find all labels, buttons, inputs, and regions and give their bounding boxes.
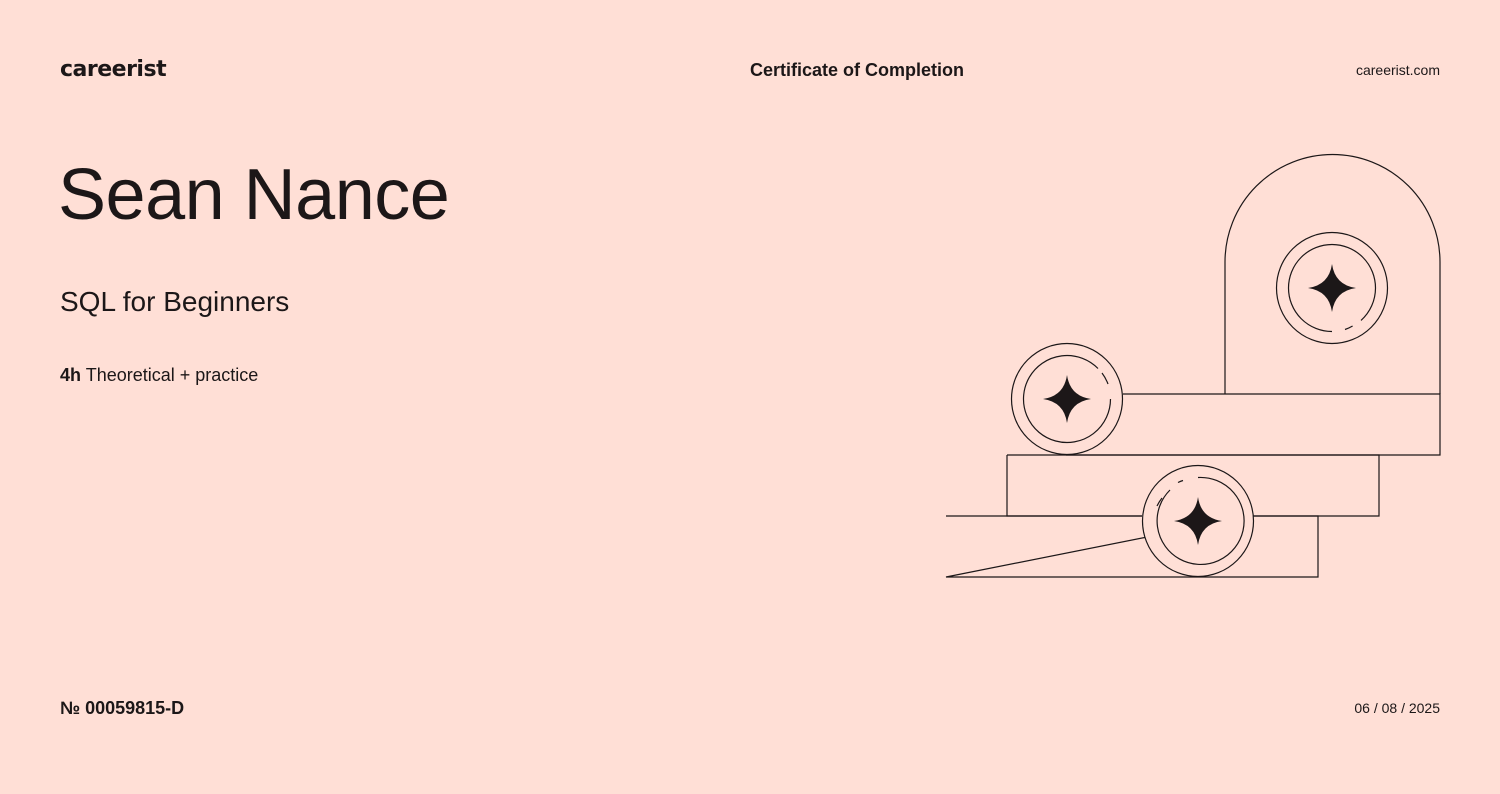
- certificate-number: № 00059815-D: [60, 698, 185, 718]
- bottom-coin: [1141, 464, 1255, 578]
- sparkle-coin-stack-icon: [945, 153, 1441, 578]
- bottom-bar: [945, 515, 1319, 578]
- issue-date: 06 / 08 / 2025: [1354, 700, 1440, 716]
- certificate: careerist Certificate of Completion care…: [0, 0, 1500, 794]
- left-coin: [1010, 342, 1124, 456]
- arch-coin: [1275, 231, 1389, 345]
